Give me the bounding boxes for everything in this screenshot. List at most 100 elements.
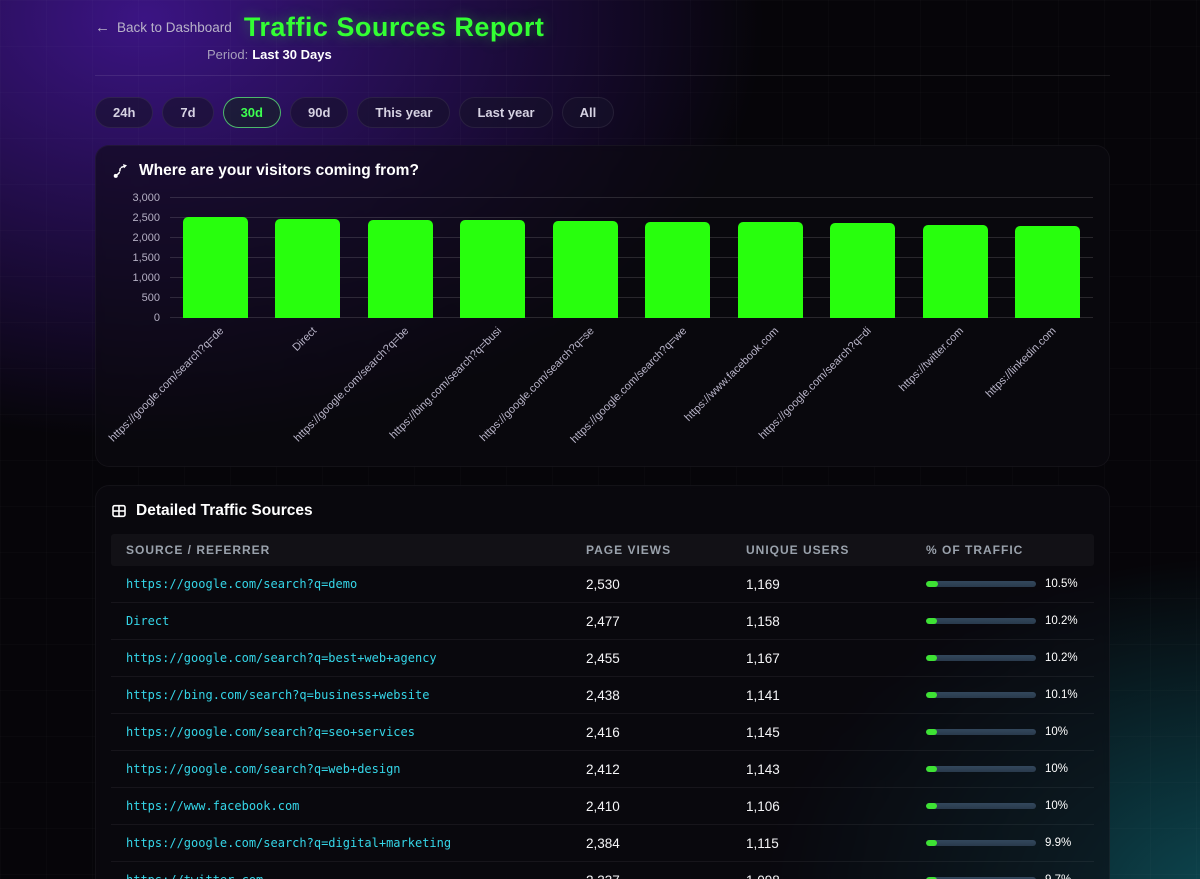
traffic-percent-label: 10% [1045, 726, 1068, 738]
column-header: SOURCE / REFERRER [126, 543, 586, 557]
table-row: https://bing.com/search?q=business+websi… [111, 677, 1094, 714]
table-body: https://google.com/search?q=demo2,5301,1… [111, 566, 1094, 879]
page-background: ← Back to Dashboard Traffic Sources Repo… [0, 0, 1200, 879]
traffic-cell: 10% [926, 763, 1079, 775]
source-link[interactable]: https://google.com/search?q=digital+mark… [126, 836, 586, 850]
traffic-progress-fill [926, 840, 937, 846]
traffic-progress-bar [926, 581, 1036, 587]
source-link[interactable]: https://www.facebook.com [126, 799, 586, 813]
filter-90d[interactable]: 90d [290, 97, 348, 128]
chart-bar[interactable] [460, 220, 525, 318]
unique-users-value: 1,106 [746, 799, 926, 814]
traffic-progress-fill [926, 803, 937, 809]
page-title: Traffic Sources Report [244, 12, 545, 43]
chart-bar[interactable] [368, 220, 433, 318]
page-views-value: 2,455 [586, 651, 746, 666]
chart-bar[interactable] [923, 225, 988, 318]
page-views-value: 2,412 [586, 762, 746, 777]
column-header: % OF TRAFFIC [926, 543, 1079, 557]
source-link[interactable]: https://google.com/search?q=seo+services [126, 725, 586, 739]
source-link[interactable]: https://google.com/search?q=web+design [126, 762, 586, 776]
page-views-value: 2,438 [586, 688, 746, 703]
source-link[interactable]: https://bing.com/search?q=business+websi… [126, 688, 586, 702]
table-row: https://google.com/search?q=web+design2,… [111, 751, 1094, 788]
traffic-table-card: Detailed Traffic Sources SOURCE / REFERR… [95, 485, 1110, 879]
table-row: https://google.com/search?q=best+web+age… [111, 640, 1094, 677]
table-row: https://google.com/search?q=digital+mark… [111, 825, 1094, 862]
bars-container [170, 198, 1093, 318]
chart-bar[interactable] [645, 222, 710, 318]
source-link[interactable]: https://google.com/search?q=best+web+age… [126, 651, 586, 665]
traffic-percent-label: 10.2% [1045, 652, 1078, 664]
page-views-value: 2,530 [586, 577, 746, 592]
bar-slot [368, 198, 433, 318]
traffic-percent-label: 10.5% [1045, 578, 1078, 590]
period-filter-group: 24h 7d 30d 90d This year Last year All [95, 97, 1110, 128]
unique-users-value: 1,169 [746, 577, 926, 592]
traffic-progress-fill [926, 581, 938, 587]
traffic-progress-bar [926, 618, 1036, 624]
x-axis-labels: https://google.com/search?q=deDirecthttp… [170, 318, 1093, 460]
source-link[interactable]: https://google.com/search?q=demo [126, 577, 586, 591]
page-views-value: 2,337 [586, 873, 746, 879]
traffic-progress-bar [926, 840, 1036, 846]
traffic-percent-label: 10% [1045, 800, 1068, 812]
source-link[interactable]: Direct [126, 614, 586, 628]
x-axis-label: Direct [290, 325, 319, 354]
bar-chart: 05001,0001,5002,0002,5003,000 https://go… [112, 198, 1093, 460]
traffic-progress-bar [926, 692, 1036, 698]
column-header: PAGE VIEWS [586, 543, 746, 557]
filter-7d[interactable]: 7d [162, 97, 213, 128]
unique-users-value: 1,115 [746, 836, 926, 851]
y-axis-tick: 1,000 [132, 272, 160, 284]
chart-bar[interactable] [183, 217, 248, 318]
filter-last-year[interactable]: Last year [459, 97, 552, 128]
table-header-row: SOURCE / REFERRERPAGE VIEWSUNIQUE USERS%… [111, 534, 1094, 566]
traffic-percent-label: 10.2% [1045, 615, 1078, 627]
traffic-progress-fill [926, 729, 937, 735]
visitors-chart-card: Where are your visitors coming from? 050… [95, 145, 1110, 467]
back-arrow-icon: ← [95, 20, 110, 35]
traffic-progress-bar [926, 729, 1036, 735]
filter-24h[interactable]: 24h [95, 97, 153, 128]
table-card-title: Detailed Traffic Sources [136, 502, 313, 520]
period-value: Last 30 Days [252, 47, 332, 62]
chart-bar[interactable] [553, 221, 618, 318]
traffic-cell: 10.5% [926, 578, 1079, 590]
chart-bar[interactable] [275, 219, 340, 318]
table-row: https://google.com/search?q=demo2,5301,1… [111, 566, 1094, 603]
chart-bar[interactable] [830, 223, 895, 318]
back-to-dashboard-link[interactable]: ← Back to Dashboard [95, 20, 232, 35]
traffic-percent-label: 10% [1045, 763, 1068, 775]
x-label-slot: https://linkedin.com [1015, 318, 1080, 460]
chart-card-title: Where are your visitors coming from? [139, 162, 419, 180]
filter-30d[interactable]: 30d [223, 97, 281, 128]
y-axis: 05001,0001,5002,0002,5003,000 [112, 198, 170, 318]
traffic-cell: 9.7% [926, 874, 1079, 879]
report-header: ← Back to Dashboard Traffic Sources Repo… [95, 0, 1110, 76]
unique-users-value: 1,141 [746, 688, 926, 703]
x-label-slot: https://google.com/search?q=di [830, 318, 895, 460]
bar-slot [923, 198, 988, 318]
bar-slot [738, 198, 803, 318]
chart-bar[interactable] [738, 222, 803, 318]
y-axis-tick: 500 [142, 292, 160, 304]
traffic-cell: 10.2% [926, 652, 1079, 664]
traffic-cell: 10.2% [926, 615, 1079, 627]
y-axis-tick: 1,500 [132, 252, 160, 264]
filter-all[interactable]: All [562, 97, 615, 128]
bar-slot [830, 198, 895, 318]
chart-bar[interactable] [1015, 226, 1080, 318]
period-row: Period:Last 30 Days [207, 47, 1110, 62]
filter-this-year[interactable]: This year [357, 97, 450, 128]
traffic-percent-label: 9.7% [1045, 874, 1071, 879]
y-axis-tick: 2,000 [132, 232, 160, 244]
source-link[interactable]: https://twitter.com [126, 873, 586, 879]
x-label-slot: https://www.facebook.com [738, 318, 803, 460]
page-views-value: 2,384 [586, 836, 746, 851]
table-row: https://www.facebook.com2,4101,106 10% [111, 788, 1094, 825]
page-views-value: 2,410 [586, 799, 746, 814]
page-views-value: 2,477 [586, 614, 746, 629]
header-divider [95, 75, 1110, 76]
unique-users-value: 1,145 [746, 725, 926, 740]
